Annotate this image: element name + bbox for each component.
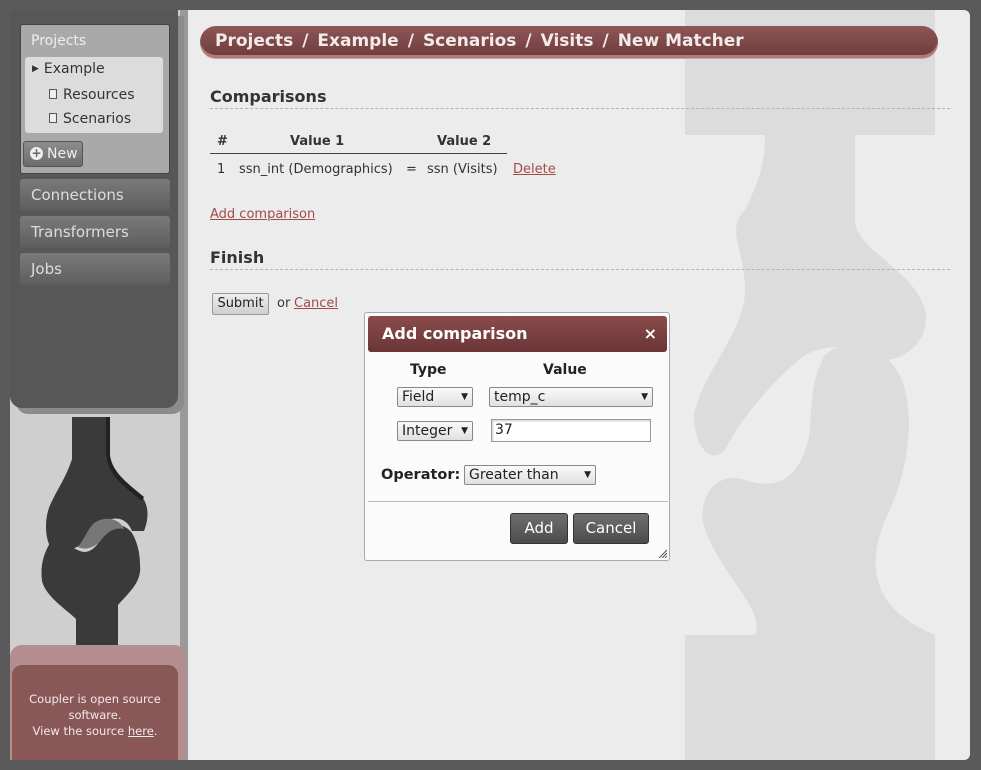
source-link[interactable]: here [128, 724, 154, 738]
delete-link[interactable]: Delete [513, 162, 556, 177]
table-row: 1 ssn_int (Demographics) = ssn (Visits) … [210, 162, 570, 182]
column-header-num: # [217, 134, 228, 149]
row-value2: ssn (Visits) [427, 162, 498, 177]
tree-item-label: Example [43, 61, 105, 77]
tree-item-resources[interactable]: Resources [49, 87, 135, 103]
submit-button[interactable]: Submit [212, 293, 269, 315]
type-select-value: Field [402, 389, 435, 405]
document-icon [49, 113, 57, 123]
dialog-cancel-button[interactable]: Cancel [573, 513, 649, 544]
breadcrumb-separator: / [302, 31, 309, 51]
breadcrumb-separator: / [602, 31, 609, 51]
breadcrumb-item-scenarios[interactable]: Scenarios [423, 31, 516, 51]
footer-line: software. [68, 708, 122, 722]
tree-item-scenarios[interactable]: Scenarios [49, 111, 131, 127]
comparisons-heading: Comparisons [210, 87, 327, 106]
finish-heading: Finish [210, 248, 265, 267]
breadcrumb: Projects / Example / Scenarios / Visits / New Ma… [200, 26, 938, 58]
coupler-logo-illustration [36, 415, 156, 660]
watermark-logo [685, 10, 935, 760]
breadcrumb-item-current: New Matcher [617, 31, 744, 51]
value-select-value: temp_c [494, 389, 546, 405]
type-select-2[interactable]: Integer ▼ [397, 421, 473, 441]
resize-handle-icon[interactable] [657, 548, 667, 558]
dialog-title: Add comparison [382, 324, 528, 343]
add-button[interactable]: Add [510, 513, 568, 544]
sidebar-item-transformers[interactable]: Transformers [20, 216, 170, 248]
type-header: Type [410, 362, 447, 378]
cancel-link[interactable]: Cancel [294, 296, 338, 311]
footer-line-suffix: . [153, 724, 158, 738]
chevron-down-icon: ▼ [461, 426, 468, 436]
breadcrumb-item-visits[interactable]: Visits [541, 31, 594, 51]
type-select-1[interactable]: Field ▼ [397, 387, 473, 407]
caret-right-icon: ▶ [32, 64, 39, 74]
column-header-value2: Value 2 [437, 134, 492, 149]
or-text: or [277, 296, 291, 311]
chevron-down-icon: ▼ [641, 392, 648, 402]
row-value1: ssn_int (Demographics) [239, 162, 393, 177]
dialog-titlebar[interactable]: Add comparison × [368, 316, 667, 352]
divider [368, 501, 668, 502]
operator-select[interactable]: Greater than ▼ [464, 465, 596, 485]
sidebar-item-connections[interactable]: Connections [20, 179, 170, 211]
sidebar-item-jobs[interactable]: Jobs [20, 253, 170, 285]
operator-label: Operator: [381, 467, 461, 483]
new-project-button[interactable]: + New [23, 141, 83, 167]
divider [210, 269, 950, 270]
value-input[interactable]: 37 [491, 419, 651, 442]
close-icon[interactable]: × [644, 316, 657, 352]
footer-text: Coupler is open source software. View th… [12, 665, 178, 760]
document-icon [49, 89, 57, 99]
chevron-down-icon: ▼ [584, 470, 591, 480]
value-field-select[interactable]: temp_c ▼ [489, 387, 653, 407]
tree-item-label: Scenarios [63, 111, 132, 127]
footer-line: View the source here. [12, 723, 178, 739]
add-comparison-dialog: Add comparison × Type Value Field ▼ temp_… [364, 312, 670, 561]
row-number: 1 [217, 162, 226, 177]
sidebar-nav: Projects ▶ Example Resources Scenarios + N… [10, 10, 178, 408]
project-tree: ▶ Example Resources Scenarios [25, 57, 163, 133]
breadcrumb-item-projects[interactable]: Projects [215, 31, 293, 51]
tree-item-label: Resources [63, 87, 135, 103]
row-operator: = [406, 162, 417, 177]
footer-line: Coupler is open source [29, 692, 161, 706]
projects-title: Projects [31, 33, 87, 49]
footer-panel: Coupler is open source software. View th… [10, 645, 186, 760]
breadcrumb-item-example[interactable]: Example [317, 31, 398, 51]
breadcrumb-separator: / [407, 31, 414, 51]
add-comparison-link[interactable]: Add comparison [210, 207, 315, 222]
value-header: Value [543, 362, 587, 378]
plus-icon: + [30, 146, 43, 160]
tree-item-example[interactable]: ▶ Example [32, 61, 105, 77]
table-header: # Value 1 Value 2 [210, 132, 507, 154]
projects-panel: Projects ▶ Example Resources Scenarios + N… [20, 24, 170, 174]
type-select-value: Integer [402, 423, 453, 439]
operator-select-value: Greater than [469, 467, 559, 483]
breadcrumb-separator: / [525, 31, 532, 51]
new-button-label: New [47, 146, 78, 162]
footer-line-prefix: View the source [32, 724, 125, 738]
divider [210, 108, 950, 109]
column-header-value1: Value 1 [290, 134, 345, 149]
chevron-down-icon: ▼ [461, 392, 468, 402]
